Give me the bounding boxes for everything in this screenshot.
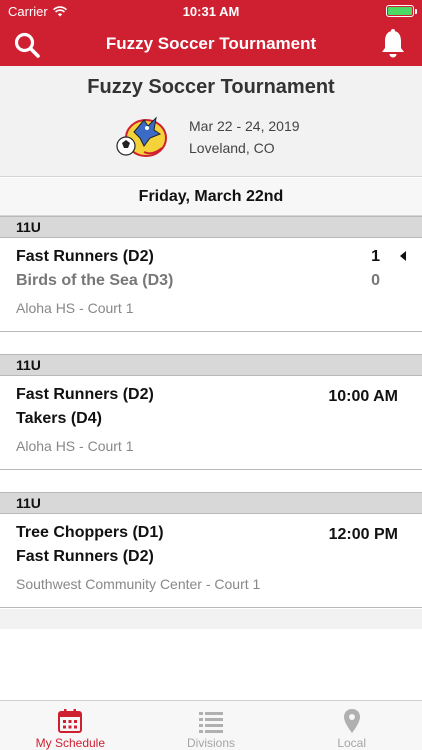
game-row[interactable]: Fast Runners (D2) Takers (D4) 10:00 AM A… (0, 376, 422, 470)
team-score: 0 (371, 272, 380, 289)
tab-local[interactable]: Local (281, 701, 422, 750)
team-score: 1 (371, 248, 380, 265)
game-row[interactable]: Fast Runners (D2) Birds of the Sea (D3) … (0, 238, 422, 332)
game-time: 12:00 PM (328, 526, 398, 543)
team-name: Fast Runners (D2) (16, 248, 154, 265)
tournament-dates: Mar 22 - 24, 2019 (189, 118, 300, 134)
bell-icon (382, 29, 404, 58)
list-footer (0, 609, 422, 629)
game-venue: Southwest Community Center - Court 1 (16, 576, 261, 592)
calendar-icon (58, 709, 83, 733)
tournament-logo (116, 116, 167, 157)
tournament-title: Fuzzy Soccer Tournament (87, 76, 335, 98)
tab-divisions[interactable]: Divisions (141, 701, 282, 750)
tab-my-schedule[interactable]: My Schedule (0, 701, 141, 750)
status-bar: Carrier 10:31 AM (0, 0, 422, 22)
division-header: 11U (0, 354, 422, 376)
team-name: Fast Runners (D2) (16, 548, 154, 565)
team-name: Birds of the Sea (D3) (16, 272, 174, 289)
division-header: 11U (0, 216, 422, 238)
tournament-header: Fuzzy Soccer Tournament Mar 22 - 24, 201… (0, 66, 422, 177)
game-row[interactable]: Tree Choppers (D1) Fast Runners (D2) 12:… (0, 514, 422, 608)
tab-label: My Schedule (35, 736, 106, 750)
day-header: Friday, March 22nd (0, 178, 422, 216)
game-venue: Aloha HS - Court 1 (16, 300, 134, 316)
status-time: 10:31 AM (182, 4, 240, 19)
notifications-button[interactable] (378, 28, 408, 60)
tab-label: Local (337, 736, 367, 750)
tournament-location: Loveland, CO (189, 140, 275, 156)
tab-label: Divisions (187, 736, 236, 750)
battery-level (388, 7, 412, 15)
tab-bar: My Schedule Divisions Local (0, 700, 422, 750)
team-name: Tree Choppers (D1) (16, 524, 164, 541)
team-name: Takers (D4) (16, 410, 102, 427)
nav-bar: Fuzzy Soccer Tournament (0, 22, 422, 66)
game-time: 10:00 AM (328, 388, 398, 405)
battery-icon (386, 5, 417, 17)
winner-arrow-icon (400, 251, 406, 261)
list-icon (199, 712, 223, 733)
location-pin-icon (343, 709, 360, 733)
nav-title: Fuzzy Soccer Tournament (105, 34, 317, 53)
game-venue: Aloha HS - Court 1 (16, 438, 134, 454)
division-header: 11U (0, 492, 422, 514)
team-name: Fast Runners (D2) (16, 386, 154, 403)
